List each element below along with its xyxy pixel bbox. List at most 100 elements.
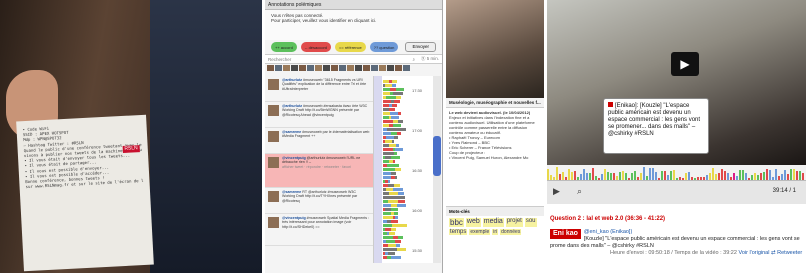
tag-link[interactable]: sou [524, 218, 537, 227]
timeline-bar [398, 120, 403, 123]
tweet-item[interactable]: @vincentpuig #museoweb Spatial Media Fra… [265, 214, 373, 246]
search-icon[interactable]: ⌕ [577, 186, 582, 197]
tweet-list: @arthurlutz #museoweb "3615 Fragments vs… [265, 76, 373, 263]
search-bar[interactable]: Rechercher ⌕ Ⓧ 5 min. [265, 54, 442, 64]
avatar [403, 65, 410, 71]
tweet-item[interactable]: @arthurlutz #museoweb #ensakasta #wsc #r… [265, 102, 373, 128]
timeline-bar [392, 80, 397, 83]
frequency-bar [745, 173, 747, 180]
send-time: Heure d'envoi : 09:50:18 / Temps de la v… [610, 250, 737, 256]
tweet-item-highlighted[interactable]: @vincentpuig @arthurlutz #museoweb l'URL… [265, 154, 373, 188]
tag-link[interactable]: exemple [469, 229, 491, 235]
avatar [283, 65, 290, 71]
timeline-bar [395, 168, 401, 171]
timeline-bar [386, 136, 394, 139]
tag-link[interactable]: données [500, 229, 522, 235]
timeline-bar [395, 240, 401, 243]
tweet-user[interactable]: @samreme [282, 130, 301, 134]
timeline-bar [392, 140, 394, 143]
tag-button-question[interactable]: ?? question [369, 42, 399, 52]
timeline-bar [383, 112, 390, 115]
user-badge: Eni kao [550, 229, 581, 239]
timeline-bar [396, 88, 404, 91]
frequency-bar [739, 170, 741, 180]
timeline-bar [398, 112, 401, 115]
tweet-item[interactable]: @arthurlutz #museoweb "3615 Fragments vs… [265, 76, 373, 102]
tag-link[interactable]: temps [449, 229, 468, 235]
timeline-bar [394, 152, 397, 155]
frequency-bar [655, 172, 657, 180]
frequency-bar [562, 172, 564, 180]
disagree-marker-icon [608, 102, 613, 107]
tweet-item[interactable]: @samreme RT @arthurlutz #museoweb W3C Wo… [265, 188, 373, 214]
session-description: Le web devient audiovisuel. (le 10/04/20… [446, 108, 544, 206]
frequency-bar [634, 171, 636, 180]
note-line[interactable]: Pour participer, veuillez vous identifie… [271, 18, 436, 23]
frequency-bar [670, 171, 672, 180]
tag-link[interactable]: iri [492, 229, 499, 235]
tag-link[interactable]: projet [505, 218, 523, 227]
timeline-bar [397, 204, 406, 207]
timeline-bar [383, 204, 391, 207]
conference-photo: RSLN • Code WiFi SSID : APEX HOTSPOT Mdp… [0, 0, 262, 273]
time-filter[interactable]: Ⓧ 5 min. [421, 56, 439, 62]
frequency-bar [718, 173, 720, 180]
timeline-time-label: 16:30 [412, 168, 423, 173]
frequency-bar [709, 173, 711, 180]
avatar [331, 65, 338, 71]
timeline-bar [383, 224, 392, 227]
frequency-bar [568, 169, 570, 180]
frequency-bar [673, 170, 675, 180]
frequency-bar [742, 170, 744, 180]
tweet-user[interactable]: @samreme [282, 190, 301, 194]
avatar [291, 65, 298, 71]
polemic-timeline[interactable]: 17:30 17:00 16:30 16:00 15:30 [373, 76, 441, 263]
tweet-user[interactable]: @arthurlutz [282, 104, 302, 108]
frequency-bar [790, 169, 792, 180]
tag-button-disagree[interactable]: -- désaccord [300, 42, 332, 52]
timeline-scrollbar[interactable] [433, 76, 441, 263]
timeline-bar [391, 220, 398, 223]
tweet-item[interactable]: @samreme #museoweb par le #dematérialisa… [265, 128, 373, 154]
tag-button-reference[interactable]: == référence [335, 42, 366, 52]
scroll-thumb[interactable] [433, 136, 441, 176]
avatar [363, 65, 370, 71]
tag-link[interactable]: bbc [449, 218, 464, 227]
tag-link[interactable]: web [465, 218, 481, 227]
tweet-user[interactable]: @vincentpuig [282, 156, 306, 160]
timeline-bar [397, 248, 406, 251]
play-button-icon[interactable]: ▶ [553, 186, 560, 197]
segment-title[interactable]: Question 2 : lal et web 2.0 (36:36 - 41:… [547, 214, 806, 225]
timeline-bar [398, 192, 404, 195]
timeline-bar [393, 188, 403, 191]
tweet-user[interactable]: @arthurlutz [282, 78, 302, 82]
timeline-bar [392, 84, 396, 87]
login-note[interactable]: Vous n'êtes pas connecté. Pour participe… [265, 10, 442, 40]
tweet-actions[interactable]: afficher tweet · répondre · retweeter · … [282, 165, 370, 169]
frequency-bar [589, 173, 591, 180]
avatar [268, 105, 279, 116]
send-button[interactable]: Envoyer [405, 42, 436, 52]
search-icon[interactable]: ⌕ [412, 57, 415, 62]
annotation-app: Annotations polémiques Vous n'êtes pas c… [265, 0, 443, 273]
view-original-link[interactable]: Voir l'original [738, 250, 769, 256]
frequency-bar [613, 173, 615, 180]
timeline-bar [383, 132, 391, 135]
tag-button-agree[interactable]: ++ accord [271, 42, 297, 52]
timeline-bar [391, 228, 396, 231]
play-icon[interactable]: ▶ [671, 52, 699, 76]
tweet-user[interactable]: @vincentpuig [282, 216, 306, 220]
avatar [275, 65, 282, 71]
timeline-bar [383, 236, 393, 239]
tweet-author[interactable]: @eni_kao (Enikao]) [550, 229, 803, 236]
tag-link[interactable]: media [482, 218, 504, 227]
avatar [315, 65, 322, 71]
tweet-frequency-strip[interactable] [547, 165, 806, 180]
avatar [267, 65, 274, 71]
retweet-link[interactable]: ⇄ Retweeter [771, 250, 802, 256]
video-frame[interactable]: ▶ [Enikao]: [Kouzle] "L'espace public am… [547, 0, 806, 165]
search-input[interactable]: Rechercher [268, 57, 291, 62]
avatar [387, 65, 394, 71]
session-thumbnail[interactable] [446, 0, 544, 98]
frequency-bar [592, 168, 594, 180]
